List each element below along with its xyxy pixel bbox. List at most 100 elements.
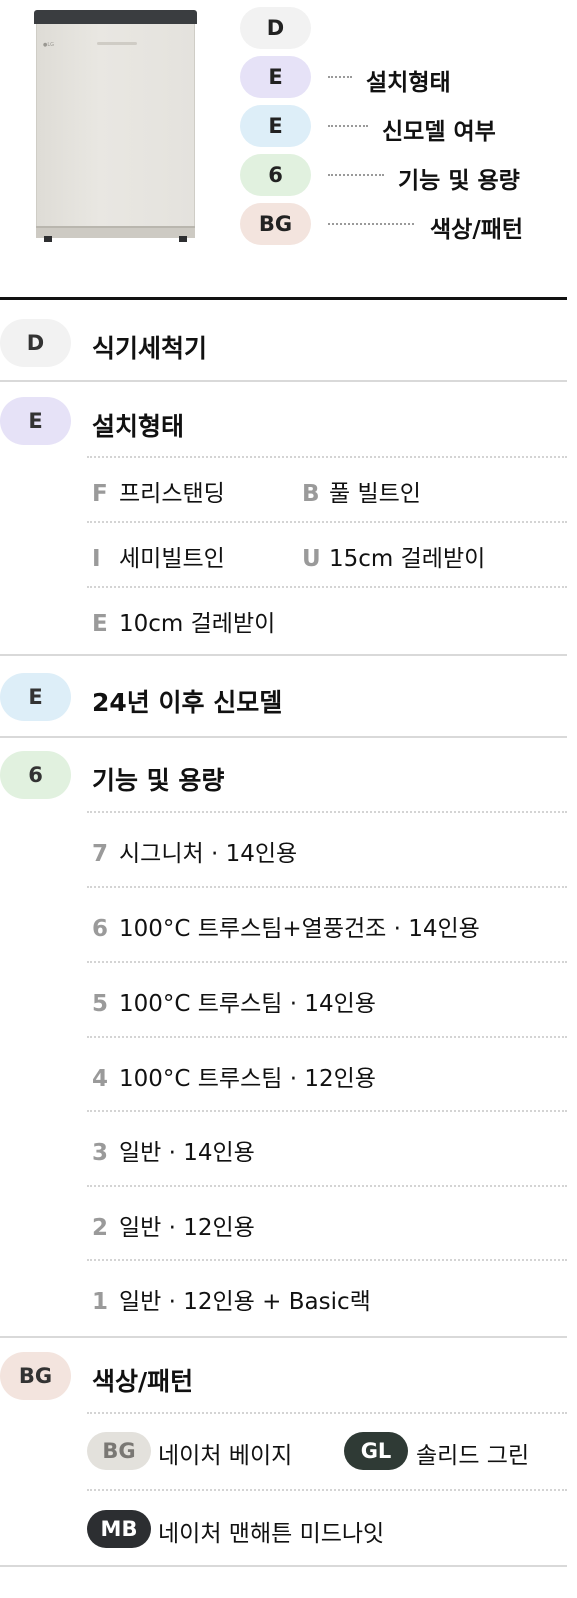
section-divider	[0, 1565, 567, 1567]
code-pill: E	[240, 56, 311, 98]
option-divider	[87, 1036, 567, 1038]
option-label: 프리스탠딩	[119, 481, 225, 507]
section-title: 24년 이후 신모델	[92, 688, 283, 717]
option-function-1: 1 일반 · 12인용 + Basic랙	[92, 1282, 371, 1316]
option-install-f: F 프리스탠딩	[92, 474, 225, 508]
dishwasher-product-image: ●LG	[34, 10, 197, 242]
summary-label: 설치형태	[366, 70, 451, 96]
color-label-beige: 네이처 베이지	[158, 1443, 293, 1469]
lg-logo: ●LG	[43, 42, 55, 48]
section-divider	[0, 736, 567, 738]
option-key: 2	[92, 1215, 109, 1241]
code-pill: D	[240, 7, 311, 49]
section-divider	[0, 1336, 567, 1338]
model-code-summary: ●LG D E 설치형태 E 신모델 여부 6 기능 및 용량 BG 색상/패턴	[0, 0, 577, 298]
option-function-5: 5 100°C 트루스팀 · 14인용	[92, 984, 376, 1018]
option-key: 5	[92, 991, 109, 1017]
option-key: 6	[92, 916, 109, 942]
summary-row-color: BG 색상/패턴	[240, 203, 560, 245]
option-key: U	[302, 546, 321, 572]
section-title: 색상/패턴	[92, 1367, 194, 1396]
option-install-i: I 세미빌트인	[92, 539, 225, 573]
section-divider	[0, 654, 567, 656]
option-divider	[87, 961, 567, 963]
option-label: 일반 · 14인용	[119, 1140, 255, 1166]
option-divider	[87, 586, 567, 588]
color-chip-green: GL	[344, 1432, 408, 1470]
option-install-b: B 풀 빌트인	[302, 474, 421, 508]
option-key: 3	[92, 1140, 109, 1166]
option-function-3: 3 일반 · 14인용	[92, 1133, 255, 1167]
color-label-green: 솔리드 그린	[416, 1443, 530, 1469]
dishwasher-door: ●LG	[36, 24, 195, 226]
option-divider	[87, 521, 567, 523]
section-product: D 식기세척기	[0, 319, 567, 369]
leader-dots	[328, 125, 368, 127]
leader-dots	[328, 223, 414, 225]
summary-row-product: D	[240, 7, 560, 49]
option-function-7: 7 시그니처 · 14인용	[92, 834, 297, 868]
code-pill: E	[0, 673, 71, 721]
option-label: 시그니처 · 14인용	[119, 841, 298, 867]
option-divider	[87, 1110, 567, 1112]
option-key: F	[92, 481, 108, 507]
option-divider	[87, 1259, 567, 1261]
dishwasher-kickplate	[36, 226, 195, 238]
code-pill: 6	[0, 751, 71, 799]
code-pill: D	[0, 319, 71, 367]
option-install-u: U 15cm 걸레받이	[302, 539, 485, 573]
option-key: 4	[92, 1066, 109, 1092]
section-model: E 24년 이후 신모델	[0, 673, 567, 723]
code-pill: BG	[0, 1352, 71, 1400]
option-divider	[87, 1489, 567, 1491]
code-pill: BG	[240, 203, 311, 245]
option-label: 일반 · 12인용 + Basic랙	[119, 1289, 371, 1315]
section-title: 설치형태	[92, 412, 185, 441]
code-pill: 6	[240, 154, 311, 196]
option-key: 7	[92, 841, 109, 867]
option-label: 풀 빌트인	[329, 481, 421, 507]
summary-label: 색상/패턴	[430, 217, 524, 243]
dishwasher-top-panel	[34, 10, 197, 24]
option-label: 15cm 걸레받이	[329, 546, 486, 572]
section-function: 6 기능 및 용량	[0, 751, 567, 801]
option-key: B	[302, 481, 320, 507]
option-divider	[87, 1185, 567, 1187]
dishwasher-handle	[97, 42, 137, 45]
option-label: 100°C 트루스팀 · 12인용	[119, 1066, 376, 1092]
option-label: 세미빌트인	[119, 546, 225, 572]
code-pill: E	[240, 105, 311, 147]
option-label: 100°C 트루스팀+열풍건조 · 14인용	[119, 916, 480, 942]
section-title: 식기세척기	[92, 334, 208, 363]
summary-label: 신모델 여부	[382, 119, 496, 145]
dishwasher-foot-right	[179, 236, 187, 242]
header-divider	[0, 297, 567, 300]
option-label: 100°C 트루스팀 · 14인용	[119, 991, 376, 1017]
summary-label: 기능 및 용량	[398, 168, 520, 194]
option-key: 1	[92, 1289, 109, 1315]
option-label: 일반 · 12인용	[119, 1215, 255, 1241]
option-install-e: E 10cm 걸레받이	[92, 604, 275, 638]
option-divider	[87, 811, 567, 813]
option-divider	[87, 1412, 567, 1414]
summary-row-install: E 설치형태	[240, 56, 560, 98]
color-chip-midnight: MB	[87, 1510, 151, 1548]
option-key: E	[92, 611, 108, 637]
leader-dots	[328, 174, 384, 176]
option-function-4: 4 100°C 트루스팀 · 12인용	[92, 1059, 376, 1093]
section-color: BG 색상/패턴	[0, 1352, 567, 1402]
summary-row-function: 6 기능 및 용량	[240, 154, 560, 196]
color-label-midnight: 네이처 맨해튼 미드나잇	[158, 1521, 385, 1547]
code-pill: E	[0, 397, 71, 445]
color-chip-beige: BG	[87, 1432, 151, 1470]
option-key: I	[92, 546, 101, 572]
option-function-2: 2 일반 · 12인용	[92, 1208, 255, 1242]
section-divider	[0, 380, 567, 382]
option-divider	[87, 456, 567, 458]
leader-dots	[328, 76, 352, 78]
option-function-6: 6 100°C 트루스팀+열풍건조 · 14인용	[92, 909, 480, 943]
option-label: 10cm 걸레받이	[119, 611, 276, 637]
section-install: E 설치형태	[0, 397, 567, 447]
section-title: 기능 및 용량	[92, 766, 225, 795]
option-divider	[87, 886, 567, 888]
